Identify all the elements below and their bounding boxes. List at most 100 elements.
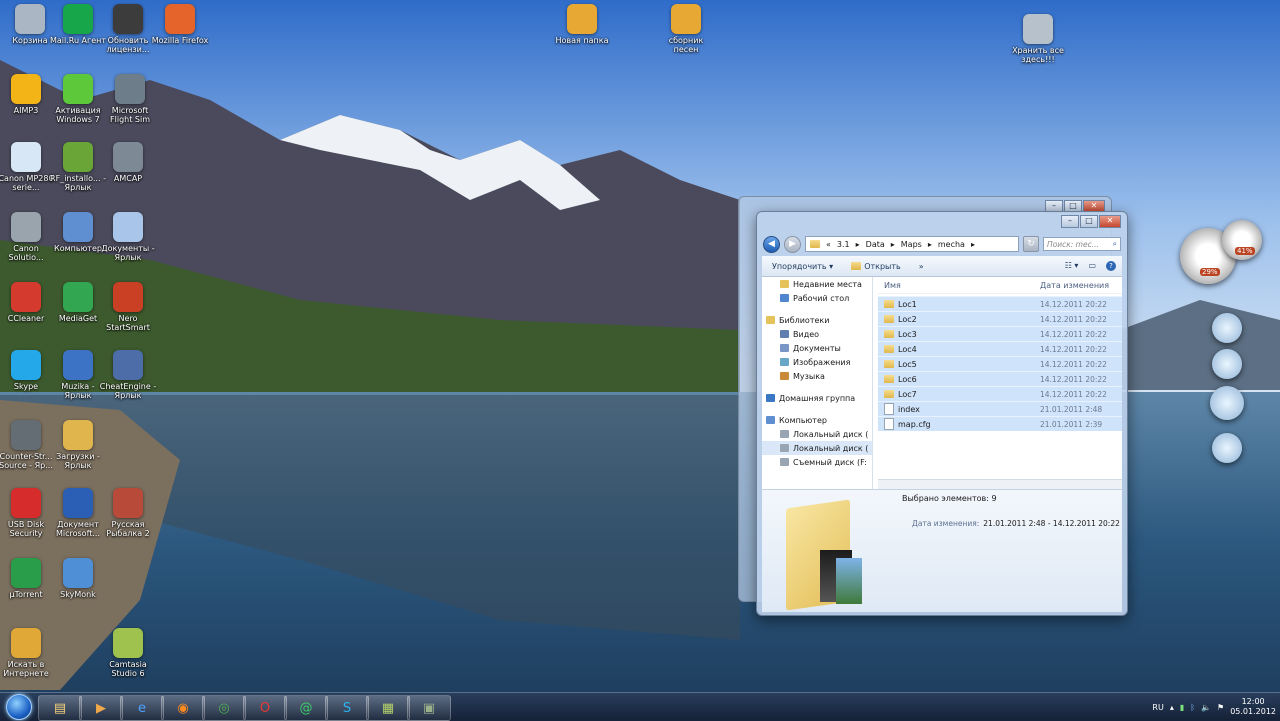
view-options-icon[interactable]: ☷ ▾	[1065, 261, 1079, 271]
explorer-window[interactable]: – □ ✕ ◀ ▶ « 3.1 ▸ Data ▸ Maps ▸ mecha ▸ ↻ По…	[756, 211, 1128, 616]
opera-icon[interactable]: O	[243, 695, 287, 721]
app-icon	[11, 282, 41, 312]
app-icon	[11, 628, 41, 658]
desktop-icon[interactable]: Русская Рыбалка 2	[98, 488, 158, 538]
gadget-button-1[interactable]	[1212, 313, 1242, 343]
start-button[interactable]	[4, 693, 34, 721]
nav-item[interactable]: Локальный диск (	[762, 427, 872, 441]
file-list: Имя Дата изменения Loc1 14.12.2011 20:22 L…	[878, 277, 1122, 489]
ie-icon[interactable]: e	[120, 695, 164, 721]
desktop-icon[interactable]: Загрузки - Ярлык	[48, 420, 108, 470]
folder-icon[interactable]: ▤	[38, 695, 82, 721]
action-center-icon[interactable]: ⚑	[1217, 703, 1224, 712]
horizontal-scrollbar[interactable]	[878, 479, 1122, 489]
camtasia-icon[interactable]: ▦	[366, 695, 410, 721]
game-icon[interactable]: ▣	[407, 695, 451, 721]
nav-item-icon	[780, 294, 789, 302]
desktop-icon-label: AMCAP	[113, 174, 143, 183]
file-name: map.cfg	[898, 419, 931, 429]
file-row[interactable]: index 21.01.2011 2:48	[878, 401, 1122, 416]
breadcrumb-segment-4[interactable]: mecha	[938, 240, 965, 249]
file-row[interactable]: Loc6 14.12.2011 20:22	[878, 371, 1122, 386]
search-input[interactable]: Поиск: mec... ⌕	[1043, 237, 1121, 251]
desktop-icon-label: Microsoft Flight Sim	[110, 106, 150, 124]
file-date: 14.12.2011 20:22	[1040, 389, 1107, 399]
nav-item[interactable]: Документы	[762, 341, 872, 355]
breadcrumb-segment-3[interactable]: Maps	[901, 240, 922, 249]
desktop-icon[interactable]: Искать в Интернете	[0, 628, 56, 678]
volume-icon[interactable]: 🔈	[1201, 703, 1211, 712]
desktop-icon[interactable]: Microsoft Flight Sim	[100, 74, 160, 124]
desktop-icon[interactable]: Хранить все здесь!!!	[1008, 14, 1068, 64]
nav-item[interactable]: Локальный диск (	[762, 441, 872, 455]
help-icon[interactable]: ?	[1106, 261, 1116, 271]
column-header-date[interactable]: Дата изменения	[1040, 281, 1109, 290]
desktop-icon-label: Загрузки - Ярлык	[56, 452, 100, 470]
breadcrumb-overflow[interactable]: «	[826, 240, 831, 249]
open-button[interactable]: Открыть	[851, 262, 901, 271]
nav-item[interactable]: Изображения	[762, 355, 872, 369]
file-row[interactable]: Loc3 14.12.2011 20:22	[878, 326, 1122, 341]
organize-button[interactable]: Упорядочить ▾	[772, 262, 833, 271]
nav-item[interactable]: Видео	[762, 327, 872, 341]
file-row[interactable]: Loc1 14.12.2011 20:22	[878, 296, 1122, 311]
nav-item[interactable]: Недавние места	[762, 277, 872, 291]
desktop-icon[interactable]: Mozilla Firefox	[150, 4, 210, 45]
mailru-icon[interactable]: @	[284, 695, 328, 721]
breadcrumb-segment-2[interactable]: Data	[866, 240, 885, 249]
gadget-button-3[interactable]	[1210, 386, 1244, 420]
language-indicator[interactable]: RU	[1152, 703, 1163, 712]
column-header-name[interactable]: Имя	[878, 281, 1040, 290]
nav-item[interactable]: Компьютер	[762, 413, 872, 427]
back-icon[interactable]: ◀	[763, 235, 780, 253]
command-bar: Упорядочить ▾ Открыть » ☷ ▾ ▭ ?	[762, 256, 1122, 277]
desktop-icon[interactable]: Camtasia Studio 6	[98, 628, 158, 678]
file-row[interactable]: Loc2 14.12.2011 20:22	[878, 311, 1122, 326]
file-row[interactable]: Loc4 14.12.2011 20:22	[878, 341, 1122, 356]
desktop-icon[interactable]: Активация Windows 7	[48, 74, 108, 124]
file-name-cell: map.cfg	[878, 418, 1040, 430]
file-row[interactable]: map.cfg 21.01.2011 2:39	[878, 416, 1122, 431]
file-row[interactable]: Loc5 14.12.2011 20:22	[878, 356, 1122, 371]
clock[interactable]: 12:00 05.01.2012	[1230, 697, 1276, 717]
nav-item[interactable]: Музыка	[762, 369, 872, 383]
app-icon	[11, 142, 41, 172]
file-date: 14.12.2011 20:22	[1040, 374, 1107, 384]
close-button[interactable]: ✕	[1099, 215, 1121, 228]
desktop-icon[interactable]: CheatEngine - Ярлык	[98, 350, 158, 400]
nav-item[interactable]: Рабочий стол	[762, 291, 872, 305]
navigation-pane: Недавние места Рабочий стол Библиотеки Виде…	[762, 277, 873, 489]
refresh-icon[interactable]: ↻	[1023, 236, 1039, 252]
maximize-button[interactable]: □	[1080, 215, 1098, 228]
nav-item[interactable]: Библиотеки	[762, 313, 872, 327]
desktop-icon[interactable]: сборник песен	[656, 4, 716, 54]
network-icon[interactable]: ▮	[1180, 703, 1184, 712]
file-name: index	[898, 404, 920, 414]
firefox-icon[interactable]: ◉	[161, 695, 205, 721]
skype-icon[interactable]: S	[325, 695, 369, 721]
nav-item[interactable]: Съемный диск (F:	[762, 455, 872, 469]
chrome-icon[interactable]: ◎	[202, 695, 246, 721]
forward-icon[interactable]: ▶	[784, 235, 801, 253]
minimize-button[interactable]: –	[1061, 215, 1079, 228]
bluetooth-icon[interactable]: ᛒ	[1190, 703, 1195, 712]
desktop-icon[interactable]: Nero StartSmart	[98, 282, 158, 332]
folder-icon	[884, 345, 894, 353]
gadget-button-2[interactable]	[1212, 349, 1242, 379]
file-row[interactable]: Loc7 14.12.2011 20:22	[878, 386, 1122, 401]
desktop-icon[interactable]: SkyMonk	[48, 558, 108, 599]
desktop-icon[interactable]: Новая папка	[552, 4, 612, 45]
breadcrumb-segment-1[interactable]: 3.1	[837, 240, 850, 249]
more-commands-button[interactable]: »	[919, 262, 924, 271]
preview-pane-icon[interactable]: ▭	[1088, 261, 1096, 271]
media-player-icon[interactable]: ▶	[79, 695, 123, 721]
nav-item[interactable]: Домашняя группа	[762, 391, 872, 405]
desktop-icon[interactable]: AMCAP	[98, 142, 158, 183]
clock-time: 12:00	[1241, 697, 1265, 706]
desktop-icon[interactable]: Документы - Ярлык	[98, 212, 158, 262]
memory-meter-gadget[interactable]: 41%	[1222, 220, 1262, 260]
tray-arrow-icon[interactable]: ▴	[1170, 703, 1174, 712]
desktop-icon[interactable]: Обновить лицензи...	[98, 4, 158, 54]
address-bar[interactable]: « 3.1 ▸ Data ▸ Maps ▸ mecha ▸	[805, 236, 1019, 252]
gadget-button-4[interactable]	[1212, 433, 1242, 463]
